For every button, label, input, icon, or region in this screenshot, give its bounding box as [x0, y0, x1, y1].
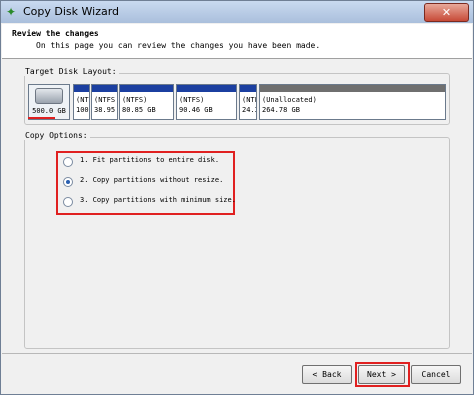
partition-bar [260, 85, 445, 92]
partition-fs: (NTFS) [179, 96, 205, 104]
wizard-header: Review the changes On this page you can … [2, 24, 472, 59]
cancel-button[interactable]: Cancel [411, 365, 461, 384]
footer-divider [2, 353, 472, 354]
partition-block[interactable]: (NTFS 24.3 [239, 84, 257, 120]
radio-button[interactable] [63, 157, 73, 167]
partition-bar [92, 85, 117, 92]
partition-size: 80.85 GB [122, 106, 156, 114]
target-disk-layout-label: Target Disk Layout: [23, 67, 119, 76]
radio-button[interactable] [63, 197, 73, 207]
partition-fs: (NTFS [94, 96, 116, 104]
page-subtitle: On this page you can review the changes … [36, 41, 321, 50]
partition-size: 264.78 GB [262, 106, 300, 114]
partition-bar [74, 85, 89, 92]
copy-options-label: Copy Options: [23, 131, 90, 140]
partition-block[interactable]: (NTFS) 90.46 GB [176, 84, 237, 120]
window-title: Copy Disk Wizard [23, 5, 120, 18]
partition-size: 90.46 GB [179, 106, 213, 114]
hard-disk-icon [35, 88, 63, 104]
option-label: 3. Copy partitions with minimum size. [80, 196, 236, 204]
partition-fs: (Unallocated) [262, 96, 317, 104]
page-title: Review the changes [12, 29, 99, 38]
partition-bar [240, 85, 256, 92]
wizard-icon: ✦ [6, 5, 17, 19]
partition-block[interactable]: (NTFS 38.95 [91, 84, 118, 120]
radio-button[interactable] [63, 177, 73, 187]
unallocated-block[interactable]: (Unallocated) 264.78 GB [259, 84, 446, 120]
partition-block[interactable]: (NT 100 [73, 84, 90, 120]
partition-block[interactable]: (NTFS) 80.85 GB [119, 84, 174, 120]
back-button[interactable]: < Back [302, 365, 352, 384]
partition-size: 100 [76, 106, 89, 114]
partition-fs: (NTFS [242, 96, 256, 104]
partition-bar [177, 85, 236, 92]
disk-size-highlight [28, 117, 55, 119]
option-label: 2. Copy partitions without resize. [80, 176, 224, 184]
target-disk[interactable]: 500.0 GB [28, 84, 70, 120]
option-label: 1. Fit partitions to entire disk. [80, 156, 220, 164]
title-bar: ✦ Copy Disk Wizard ✕ [1, 1, 473, 23]
close-button[interactable]: ✕ [424, 3, 469, 22]
partition-bar [120, 85, 173, 92]
next-button[interactable]: Next > [358, 365, 405, 384]
partition-fs: (NT [76, 96, 89, 104]
disk-size-label: 500.0 GB [32, 107, 66, 115]
partition-size: 38.95 [94, 106, 116, 114]
partition-size: 24.3 [242, 106, 256, 114]
copy-disk-wizard-window: ✦ Copy Disk Wizard ✕ Review the changes … [0, 0, 474, 395]
partition-fs: (NTFS) [122, 96, 148, 104]
